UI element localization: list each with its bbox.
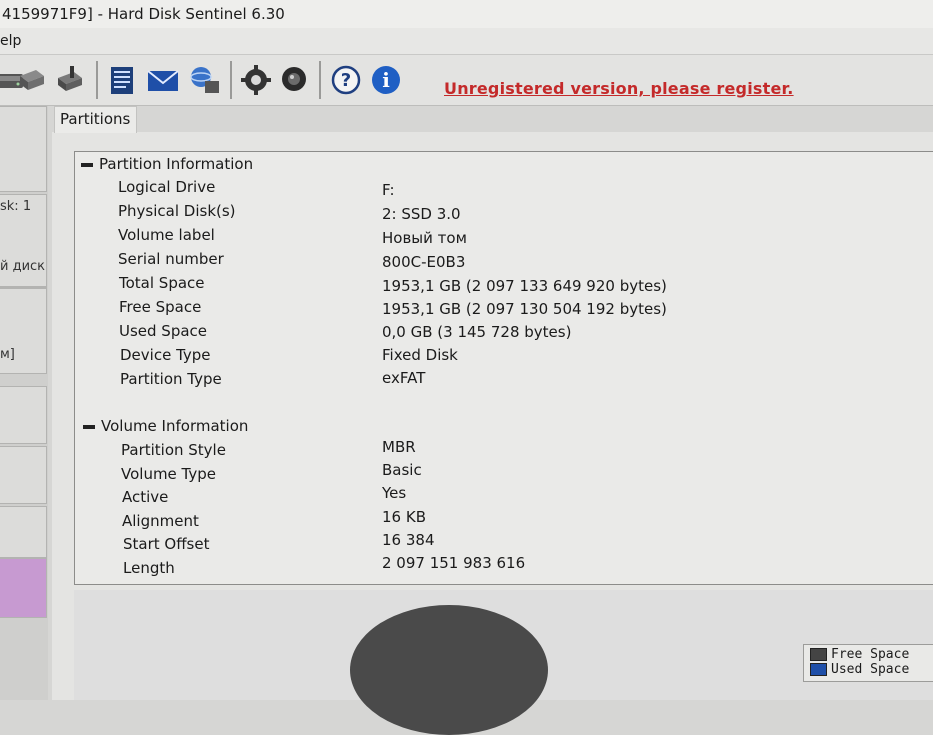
toolbar-separator bbox=[319, 61, 321, 99]
tab-partitions[interactable]: Partitions bbox=[54, 106, 137, 133]
disk-tile[interactable] bbox=[0, 506, 47, 558]
row-value: 800C-E0B3 bbox=[382, 253, 466, 271]
mail-icon[interactable] bbox=[145, 62, 181, 98]
collapse-icon[interactable] bbox=[81, 162, 93, 167]
row-label: Volume label bbox=[118, 226, 215, 244]
row-label: Used Space bbox=[119, 322, 208, 340]
row-value: 1953,1 GB (2 097 133 649 920 bytes) bbox=[382, 277, 667, 295]
row-value: Новый том bbox=[382, 229, 467, 247]
report-icon[interactable] bbox=[104, 62, 140, 98]
webcam-icon[interactable] bbox=[276, 62, 312, 98]
legend-free: Free Space bbox=[810, 647, 909, 663]
disk-tile[interactable] bbox=[0, 386, 47, 444]
disk-tile[interactable] bbox=[0, 106, 47, 192]
row-value: F: bbox=[382, 181, 395, 199]
window-title: 4159971F9] - Hard Disk Sentinel 6.30 bbox=[2, 5, 285, 23]
help-icon[interactable]: ? bbox=[328, 62, 364, 98]
row-label: Volume Type bbox=[121, 465, 217, 483]
disk-tile[interactable]: м] bbox=[0, 288, 47, 374]
legend-used-label: Used Space bbox=[831, 662, 910, 677]
title-bar: 4159971F9] - Hard Disk Sentinel 6.30 bbox=[0, 0, 933, 28]
register-link[interactable]: Unregistered version, please register. bbox=[444, 79, 794, 98]
disk-tile-label: м] bbox=[0, 347, 15, 362]
row-value: 0,0 GB (3 145 728 bytes) bbox=[382, 323, 572, 341]
row-value: 2 097 151 983 616 bbox=[382, 554, 526, 572]
row-label: Total Space bbox=[119, 274, 205, 292]
space-legend: Free Space Used Space bbox=[803, 644, 933, 682]
section-title: Partition Information bbox=[99, 155, 254, 173]
left-disk-panel: sk: 1 й диск м] bbox=[0, 106, 48, 700]
row-label: Physical Disk(s) bbox=[118, 202, 236, 220]
disk-tile[interactable]: й диск bbox=[0, 256, 47, 287]
disk-tile-label: й диск bbox=[0, 259, 46, 274]
network-drive-icon[interactable] bbox=[186, 62, 222, 98]
row-label: Serial number bbox=[118, 250, 224, 268]
row-label: Start Offset bbox=[123, 535, 210, 553]
row-value: 16 KB bbox=[382, 508, 426, 526]
row-value: exFAT bbox=[382, 369, 426, 387]
row-value: Basic bbox=[382, 461, 422, 479]
menu-item-help[interactable]: elp bbox=[0, 33, 21, 49]
collapse-icon[interactable] bbox=[83, 424, 95, 429]
disk-tile[interactable] bbox=[0, 446, 47, 504]
disk-tile-label: sk: 1 bbox=[0, 199, 32, 214]
section-title: Volume Information bbox=[101, 417, 249, 435]
info-glyph: i bbox=[382, 68, 390, 92]
info-icon[interactable]: i bbox=[368, 62, 404, 98]
help-glyph: ? bbox=[341, 70, 351, 91]
drive-tool-icon[interactable] bbox=[52, 62, 88, 98]
free-space-swatch bbox=[810, 648, 827, 661]
row-value: 2: SSD 3.0 bbox=[382, 205, 461, 223]
row-label: Partition Style bbox=[121, 441, 226, 459]
menu-bar: elp bbox=[0, 28, 933, 55]
volume-info-header[interactable]: Volume Information bbox=[83, 416, 248, 436]
info-panel: Partition Information Logical Drive F: P… bbox=[74, 151, 933, 585]
row-label: Device Type bbox=[120, 346, 211, 364]
settings-gear-icon[interactable] bbox=[238, 62, 274, 98]
toolbar: ? i Unregistered version, please registe… bbox=[0, 55, 933, 106]
row-label: Active bbox=[122, 488, 169, 506]
disk-drive-icon[interactable] bbox=[14, 62, 50, 98]
row-label: Length bbox=[123, 559, 175, 577]
partition-info-header[interactable]: Partition Information bbox=[81, 154, 253, 174]
row-label: Free Space bbox=[119, 298, 202, 316]
legend-free-label: Free Space bbox=[831, 647, 910, 662]
legend-used: Used Space bbox=[810, 662, 909, 678]
row-label: Logical Drive bbox=[118, 178, 216, 196]
toolbar-separator bbox=[230, 61, 232, 99]
row-value: MBR bbox=[382, 438, 416, 456]
used-space-swatch bbox=[810, 663, 827, 676]
row-value: Fixed Disk bbox=[382, 346, 458, 364]
disk-usage-graphic bbox=[350, 605, 548, 735]
row-label: Alignment bbox=[122, 512, 199, 530]
tab-label: Partitions bbox=[60, 110, 131, 128]
row-label: Partition Type bbox=[120, 370, 222, 388]
toolbar-separator bbox=[96, 61, 98, 99]
row-value: 1953,1 GB (2 097 130 504 192 bytes) bbox=[382, 300, 667, 318]
disk-tile-selected[interactable] bbox=[0, 558, 47, 618]
row-value: Yes bbox=[382, 484, 407, 502]
row-value: 16 384 bbox=[382, 531, 435, 549]
